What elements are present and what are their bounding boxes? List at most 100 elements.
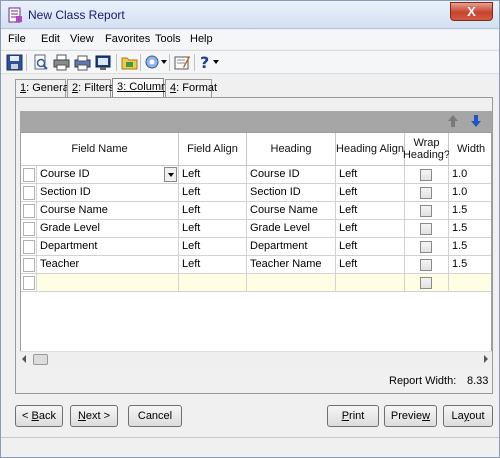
column-header-field-align[interactable]: Field Align [179, 133, 247, 166]
cell-width[interactable]: 1.5 [449, 202, 491, 220]
row-selector[interactable] [23, 258, 35, 272]
horizontal-scrollbar[interactable] [20, 351, 492, 366]
open-folder-icon[interactable] [121, 54, 138, 71]
menu-tools[interactable]: Tools [155, 33, 181, 45]
cell-heading[interactable]: Grade Level [247, 220, 336, 238]
cell-wrap-heading[interactable] [405, 184, 449, 202]
cell-width[interactable]: 1.5 [449, 256, 491, 274]
cell-heading[interactable]: Teacher Name [247, 256, 336, 274]
row-selector[interactable] [23, 204, 35, 218]
cell-width[interactable] [449, 274, 491, 292]
cell-field-align[interactable] [179, 274, 247, 292]
cell-heading-align[interactable]: Left [336, 238, 405, 256]
scroll-left-arrow-icon[interactable] [22, 355, 26, 363]
row-selector[interactable] [23, 276, 35, 290]
row-selector[interactable] [23, 222, 35, 236]
wrap-heading-checkbox[interactable] [420, 241, 432, 253]
cell-heading[interactable]: Department [247, 238, 336, 256]
cell-heading[interactable]: Course ID [247, 166, 336, 184]
table-row[interactable]: Grade Level Left Grade Level Left 1.5 [21, 220, 491, 238]
cell-wrap-heading[interactable] [405, 202, 449, 220]
cell-field-align[interactable]: Left [179, 256, 247, 274]
cell-field-name[interactable]: Department [37, 238, 179, 256]
close-button[interactable]: X [450, 2, 493, 21]
properties-icon[interactable] [174, 54, 191, 71]
wrap-heading-checkbox[interactable] [420, 259, 432, 271]
cell-wrap-heading[interactable] [405, 220, 449, 238]
cell-heading-align[interactable]: Left [336, 166, 405, 184]
column-header-width[interactable]: Width [449, 133, 491, 166]
wrap-heading-checkbox[interactable] [420, 169, 432, 181]
row-selector[interactable] [23, 186, 35, 200]
cell-field-name[interactable]: Course ID [37, 166, 179, 184]
print-button[interactable]: Print [327, 405, 379, 427]
wrap-heading-checkbox[interactable] [420, 205, 432, 217]
export-icon[interactable] [95, 54, 112, 71]
menu-edit[interactable]: Edit [41, 33, 60, 45]
field-dropdown-button[interactable] [164, 167, 177, 182]
save-icon[interactable] [6, 54, 23, 71]
cell-heading-align[interactable]: Left [336, 256, 405, 274]
cell-wrap-heading[interactable] [405, 274, 449, 292]
tab-columns[interactable]: 3: Columns [112, 78, 173, 98]
chevron-down-icon[interactable] [213, 60, 219, 64]
menu-help[interactable]: Help [190, 33, 213, 45]
wrap-heading-checkbox[interactable] [420, 187, 432, 199]
cancel-button[interactable]: Cancel [128, 405, 182, 427]
cell-heading-align[interactable]: Left [336, 184, 405, 202]
wrap-heading-checkbox[interactable] [420, 277, 432, 289]
cell-wrap-heading[interactable] [405, 256, 449, 274]
cell-field-align[interactable]: Left [179, 220, 247, 238]
cell-heading[interactable]: Section ID [247, 184, 336, 202]
preview-button[interactable]: Preview [384, 405, 437, 427]
tab-format[interactable]: 4: Format [165, 79, 217, 97]
scroll-right-arrow-icon[interactable] [484, 355, 488, 363]
column-header-heading-align[interactable]: Heading Align [336, 133, 405, 166]
cell-field-align[interactable]: Left [179, 238, 247, 256]
cell-field-align[interactable]: Left [179, 202, 247, 220]
cell-wrap-heading[interactable] [405, 238, 449, 256]
new-row[interactable] [21, 274, 491, 292]
row-selector[interactable] [23, 240, 35, 254]
cell-width[interactable]: 1.5 [449, 220, 491, 238]
cell-heading-align[interactable]: Left [336, 202, 405, 220]
cell-field-name[interactable] [37, 274, 179, 292]
settings-dropdown-icon[interactable] [144, 54, 161, 71]
cell-heading-align[interactable]: Left [336, 220, 405, 238]
menu-file[interactable]: File [8, 33, 26, 45]
menu-favorites[interactable]: Favorites [105, 33, 150, 45]
chevron-down-icon[interactable] [161, 60, 167, 64]
cell-field-name[interactable]: Grade Level [37, 220, 179, 238]
move-down-arrow-icon[interactable] [469, 113, 483, 129]
back-button[interactable]: < Back [15, 405, 63, 427]
help-icon[interactable]: ? [200, 53, 209, 72]
table-row[interactable]: Course ID Left Course ID Left 1.0 [21, 166, 491, 184]
table-row[interactable]: Course Name Left Course Name Left 1.5 [21, 202, 491, 220]
layout-button[interactable]: Layout [443, 405, 493, 427]
menu-view[interactable]: View [70, 33, 94, 45]
next-button[interactable]: Next > [70, 405, 118, 427]
column-header-field-name[interactable]: Field Name [21, 133, 179, 166]
table-row[interactable]: Department Left Department Left 1.5 [21, 238, 491, 256]
column-header-heading[interactable]: Heading [247, 133, 336, 166]
cell-field-align[interactable]: Left [179, 184, 247, 202]
tab-filters[interactable]: 2: Filters [67, 79, 114, 97]
cell-heading[interactable]: Course Name [247, 202, 336, 220]
cell-heading-align[interactable] [336, 274, 405, 292]
tab-general[interactable]: 1: General [15, 79, 71, 97]
print-setup-icon[interactable] [74, 54, 91, 71]
column-header-wrap-heading[interactable]: Wrap Heading? [403, 133, 450, 166]
cell-field-name[interactable]: Teacher [37, 256, 179, 274]
cell-width[interactable]: 1.5 [449, 238, 491, 256]
move-up-arrow-icon[interactable] [446, 113, 460, 129]
scrollbar-thumb[interactable] [33, 354, 48, 365]
cell-width[interactable]: 1.0 [449, 166, 491, 184]
cell-width[interactable]: 1.0 [449, 184, 491, 202]
wrap-heading-checkbox[interactable] [420, 223, 432, 235]
print-icon[interactable] [53, 54, 70, 71]
print-preview-icon[interactable] [32, 54, 49, 71]
cell-field-name[interactable]: Section ID [37, 184, 179, 202]
cell-heading[interactable] [247, 274, 336, 292]
cell-field-name[interactable]: Course Name [37, 202, 179, 220]
cell-wrap-heading[interactable] [405, 166, 449, 184]
